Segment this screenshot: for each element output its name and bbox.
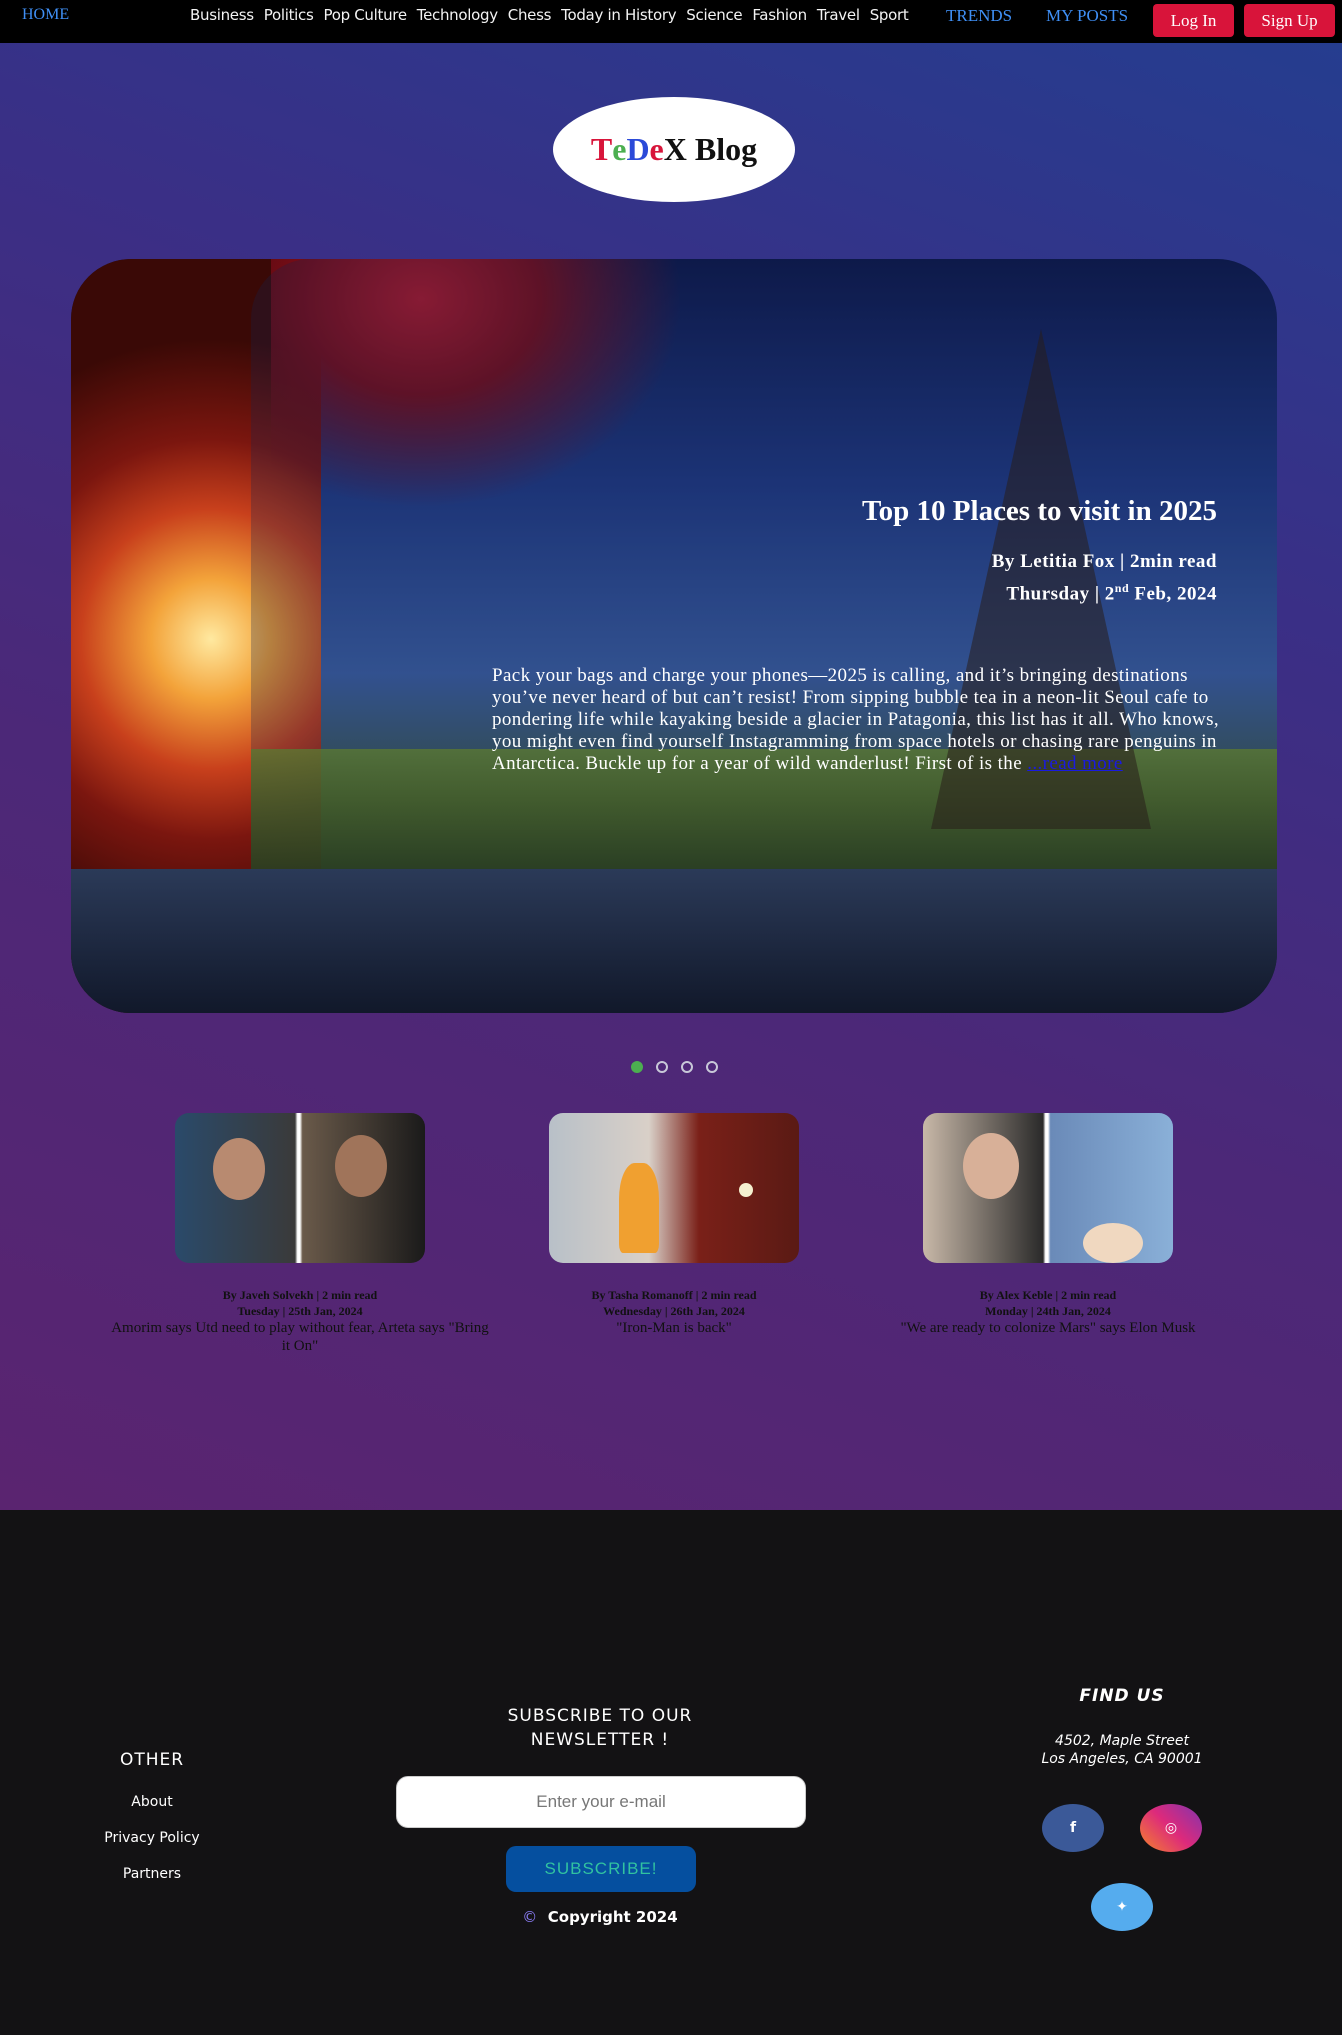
site-logo[interactable]: TeDeX Blog: [553, 97, 795, 202]
featured-slider[interactable]: Top 10 Places to visit in 2025 By Letiti…: [71, 259, 1277, 1013]
logo-letter: e: [612, 131, 627, 167]
article-byline: By Javeh Solvekh | 2 min read Tuesday | …: [110, 1287, 490, 1319]
hero-author: By Letitia Fox | 2min read: [991, 551, 1217, 572]
newsletter-title: SUBSCRIBE TO OUR NEWSLETTER !: [507, 1706, 693, 1750]
nav-link-travel[interactable]: Travel: [817, 6, 860, 24]
nav-link-today-in-history[interactable]: Today in History: [561, 6, 676, 24]
copyright-text: Copyright 2024: [547, 1908, 678, 1926]
nav-link-business[interactable]: Business: [190, 6, 254, 24]
article-author: By Tasha Romanoff | 2 min read: [591, 1288, 757, 1302]
nav-link-chess[interactable]: Chess: [508, 6, 552, 24]
nav-link-technology[interactable]: Technology: [417, 6, 498, 24]
hero-date: Thursday | 2nd Feb, 2024: [992, 575, 1217, 607]
nav-link-science[interactable]: Science: [686, 6, 742, 24]
footer-link-partners[interactable]: Partners: [123, 1866, 181, 1882]
nav-link-fashion[interactable]: Fashion: [752, 6, 807, 24]
article-card[interactable]: By Javeh Solvekh | 2 min read Tuesday | …: [110, 1113, 490, 1355]
article-byline: By Tasha Romanoff | 2 min read Wednesday…: [484, 1287, 864, 1319]
arc-reactor-image: [739, 1183, 753, 1197]
nav-link-sport[interactable]: Sport: [870, 6, 909, 24]
logo-letter: D: [626, 131, 650, 167]
instagram-icon[interactable]: ◎: [1140, 1804, 1202, 1852]
address-line: 4502, Maple Street: [1055, 1733, 1189, 1749]
login-button[interactable]: Log In: [1153, 4, 1234, 37]
logo-letter: e: [649, 131, 664, 167]
hero-title: Top 10 Places to visit in 2025: [861, 495, 1217, 527]
article-thumbnail[interactable]: [175, 1113, 425, 1263]
slider-dots: [631, 1061, 718, 1073]
logo-letter: T: [590, 131, 613, 167]
main-content: TeDeX Blog Top 10 Places to visit in 202…: [0, 43, 1342, 1510]
person-face-image: [213, 1138, 265, 1200]
nav-link-pop-culture[interactable]: Pop Culture: [323, 6, 407, 24]
address-line: Los Angeles, CA 90001: [1041, 1751, 1203, 1767]
article-thumbnail[interactable]: [549, 1113, 799, 1263]
site-footer: OTHER About Privacy Policy Partners SUBS…: [0, 1510, 1342, 2035]
slider-dot[interactable]: [706, 1061, 718, 1073]
article-headline[interactable]: "We are ready to colonize Mars" says Elo…: [858, 1319, 1238, 1337]
article-date: Monday | 24th Jan, 2024: [985, 1304, 1111, 1318]
subscribe-button[interactable]: SUBSCRIBE!: [506, 1846, 696, 1892]
nav-trends-link[interactable]: TRENDS: [946, 6, 1012, 26]
signup-button[interactable]: Sign Up: [1244, 4, 1335, 37]
article-byline: By Alex Keble | 2 min read Monday | 24th…: [858, 1287, 1238, 1319]
hero-excerpt: Pack your bags and charge your phones—20…: [492, 665, 1222, 775]
nav-home-link[interactable]: HOME: [22, 6, 69, 24]
person-face-image: [963, 1133, 1019, 1199]
hero-background-river: [71, 869, 1277, 1013]
facebook-icon[interactable]: f: [1042, 1804, 1104, 1852]
footer-link-about[interactable]: About: [131, 1794, 172, 1810]
nav-link-politics[interactable]: Politics: [264, 6, 314, 24]
article-thumbnail[interactable]: [923, 1113, 1173, 1263]
article-card[interactable]: By Alex Keble | 2 min read Monday | 24th…: [858, 1113, 1238, 1337]
newsletter-email-input[interactable]: [396, 1776, 806, 1828]
copyright: © Copyright 2024: [522, 1908, 677, 1926]
twitter-icon[interactable]: ✦: [1091, 1883, 1153, 1931]
slider-dot[interactable]: [656, 1061, 668, 1073]
article-date: Wednesday | 26th Jan, 2024: [603, 1304, 745, 1318]
article-headline[interactable]: "Iron-Man is back": [484, 1319, 864, 1337]
explosion-image: [619, 1163, 659, 1253]
logo-letter: X: [663, 131, 687, 167]
nav-my-posts-link[interactable]: MY POSTS: [1046, 6, 1128, 26]
hero-meta: By Letitia Fox | 2min read Thursday | 2n…: [992, 549, 1217, 607]
person-face-image: [335, 1135, 387, 1197]
slider-dot-active[interactable]: [631, 1061, 643, 1073]
address: 4502, Maple Street Los Angeles, CA 90001: [1041, 1732, 1202, 1768]
nav-category-links: Business Politics Pop Culture Technology…: [190, 6, 909, 24]
hero-date-prefix: Thursday | 2: [1006, 583, 1115, 605]
footer-link-privacy-policy[interactable]: Privacy Policy: [104, 1830, 199, 1846]
footer-other-title: OTHER: [119, 1750, 185, 1770]
article-card[interactable]: By Tasha Romanoff | 2 min read Wednesday…: [484, 1113, 864, 1337]
read-more-link[interactable]: ...read more: [1027, 753, 1123, 774]
article-date: Tuesday | 25th Jan, 2024: [237, 1304, 363, 1318]
hero-date-suffix-sup: nd: [1114, 581, 1130, 595]
slider-dot[interactable]: [681, 1061, 693, 1073]
copyright-icon: ©: [522, 1908, 538, 1926]
article-author: By Javeh Solvekh | 2 min read: [222, 1288, 378, 1302]
rocket-smoke-image: [1083, 1223, 1143, 1263]
find-us-title: FIND US: [1079, 1686, 1165, 1706]
top-nav: HOME Business Politics Pop Culture Techn…: [0, 0, 1342, 43]
logo-word: Blog: [686, 131, 758, 167]
hero-date-suffix: Feb, 2024: [1129, 583, 1217, 605]
article-headline[interactable]: Amorim says Utd need to play without fea…: [110, 1319, 490, 1355]
article-author: By Alex Keble | 2 min read: [979, 1288, 1117, 1302]
